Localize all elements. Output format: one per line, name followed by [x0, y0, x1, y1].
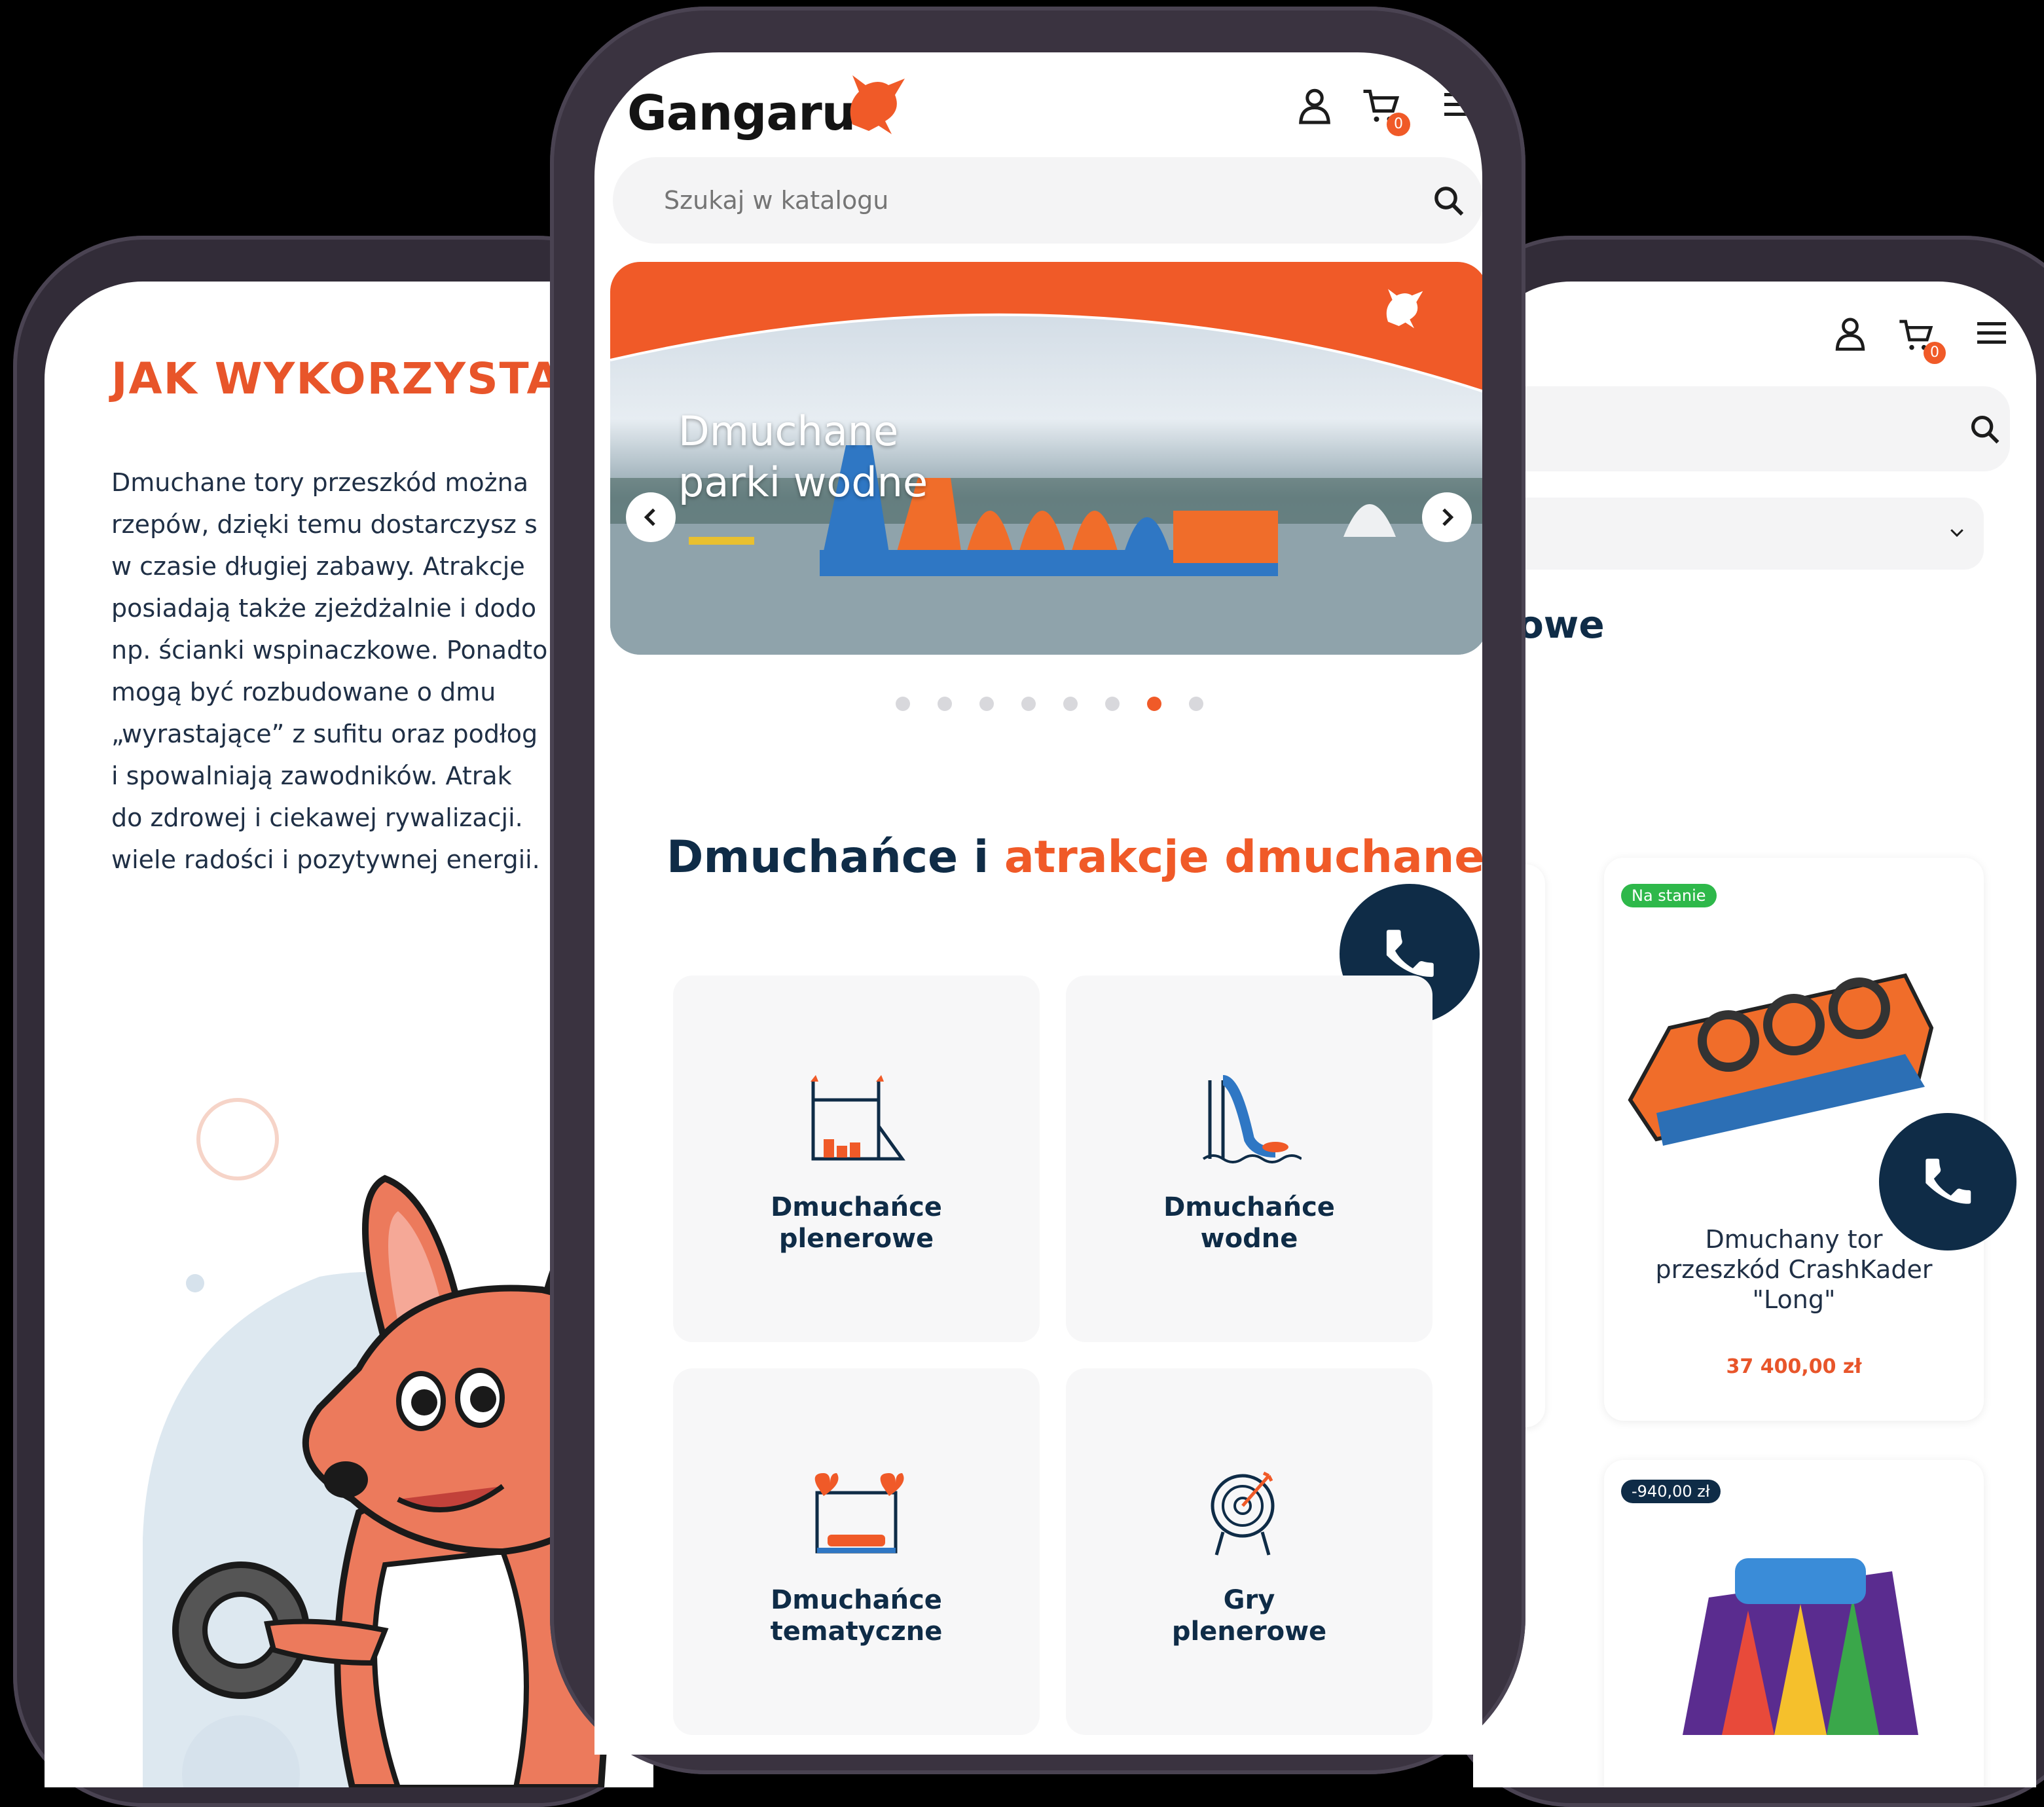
category-label-line: wodne — [1200, 1224, 1298, 1254]
product-name-line: "Long" — [1752, 1285, 1836, 1314]
category-label: Dmuchańce wodne — [1066, 1192, 1433, 1254]
product-name-line: przeszkód CrashKader — [1655, 1255, 1933, 1284]
category-label-line: Dmuchańce — [771, 1585, 942, 1615]
carousel-dot[interactable] — [896, 697, 910, 711]
phone-icon — [1925, 1158, 1971, 1204]
carousel-dot[interactable] — [1021, 697, 1036, 711]
carousel-dot[interactable] — [1105, 697, 1120, 711]
category-label: Gry plenerowe — [1066, 1584, 1433, 1647]
carousel-dot[interactable] — [938, 697, 952, 711]
category-label-line: Dmuchańce — [1163, 1192, 1335, 1222]
banner-title: Dmuchane parki wodne — [678, 406, 928, 508]
category-label: Dmuchańce tematyczne — [673, 1584, 1040, 1647]
carousel-dot-active[interactable] — [1147, 697, 1161, 711]
chevron-left-icon — [644, 508, 655, 526]
section-title: Dmuchańce i atrakcje dmuchane — [666, 831, 1482, 883]
section-title-highlight: atrakcje dmuchane — [1004, 831, 1482, 883]
category-label-line: Dmuchańce — [771, 1192, 942, 1222]
cart-count-badge: 0 — [1387, 113, 1410, 136]
search-icon[interactable] — [1968, 412, 2002, 447]
kangaroo-logo-icon — [850, 75, 905, 134]
carousel-dots — [896, 694, 1288, 714]
right-phone-screen: 0 erowe Na stanie Dmuchany tor przeszkód… — [1473, 282, 2036, 1787]
product-image — [1683, 1558, 1918, 1735]
cart-count-badge: 0 — [1924, 342, 1946, 364]
user-icon[interactable] — [1832, 316, 1869, 352]
category-label: Dmuchańce plenerowe — [673, 1192, 1040, 1254]
category-label-line: tematyczne — [770, 1616, 943, 1647]
discount-badge: -940,00 zł — [1621, 1480, 1721, 1503]
user-icon[interactable] — [1295, 86, 1334, 126]
search-icon[interactable] — [1431, 183, 1467, 219]
section-heading: JAK WYKORZYSTA — [111, 354, 562, 404]
search-input[interactable] — [663, 177, 1320, 224]
category-label-line: plenerowe — [1171, 1616, 1327, 1647]
hero-banner[interactable]: Dmuchane parki wodne — [610, 262, 1482, 655]
banner-title-line: parki wodne — [678, 458, 928, 506]
search-bar[interactable] — [1473, 386, 2010, 471]
carousel-dot[interactable] — [1189, 697, 1203, 711]
product-price: 37 400,00 zł — [1726, 1355, 1862, 1378]
section-title-part: Dmuchańce i — [666, 831, 989, 883]
category-label-line: plenerowe — [778, 1224, 934, 1254]
carousel-dot[interactable] — [1063, 697, 1078, 711]
water-slide-icon — [1202, 1075, 1302, 1163]
target-icon — [1211, 1471, 1275, 1556]
sort-dropdown[interactable] — [1473, 498, 1984, 570]
category-card-outdoor[interactable]: Dmuchańce plenerowe — [673, 976, 1040, 1342]
kangaroo-logo-icon — [1386, 289, 1423, 329]
category-card-games[interactable]: Gry plenerowe — [1066, 1368, 1433, 1735]
banner-title-line: Dmuchane — [678, 407, 899, 455]
category-label-line: Gry — [1223, 1585, 1275, 1615]
themed-inflatable-icon — [814, 1473, 904, 1554]
category-card-themed[interactable]: Dmuchańce tematyczne — [673, 1368, 1040, 1735]
stock-badge: Na stanie — [1621, 884, 1717, 907]
carousel-next-button[interactable] — [1422, 492, 1472, 542]
call-button[interactable] — [1879, 1113, 2017, 1250]
product-image — [1628, 973, 1934, 1146]
carousel-dot[interactable] — [979, 697, 994, 711]
brand-logo[interactable]: Gangaru — [627, 85, 856, 141]
carousel-prev-button[interactable] — [626, 492, 676, 542]
chevron-right-icon — [1442, 508, 1454, 526]
chevron-down-icon[interactable] — [1947, 522, 1967, 542]
product-card[interactable]: -940,00 zł — [1604, 1460, 1984, 1787]
menu-icon[interactable] — [1444, 93, 1476, 116]
brand-name: Gangaru — [627, 85, 856, 141]
center-phone-screen: Gangaru 0 Szukaj w katalogu Dmuchane par… — [594, 52, 1482, 1755]
search-bar[interactable] — [613, 157, 1482, 244]
category-card-water[interactable]: Dmuchańce wodne — [1066, 976, 1433, 1342]
bouncy-castle-icon — [811, 1075, 905, 1161]
menu-icon[interactable] — [1977, 322, 2006, 344]
